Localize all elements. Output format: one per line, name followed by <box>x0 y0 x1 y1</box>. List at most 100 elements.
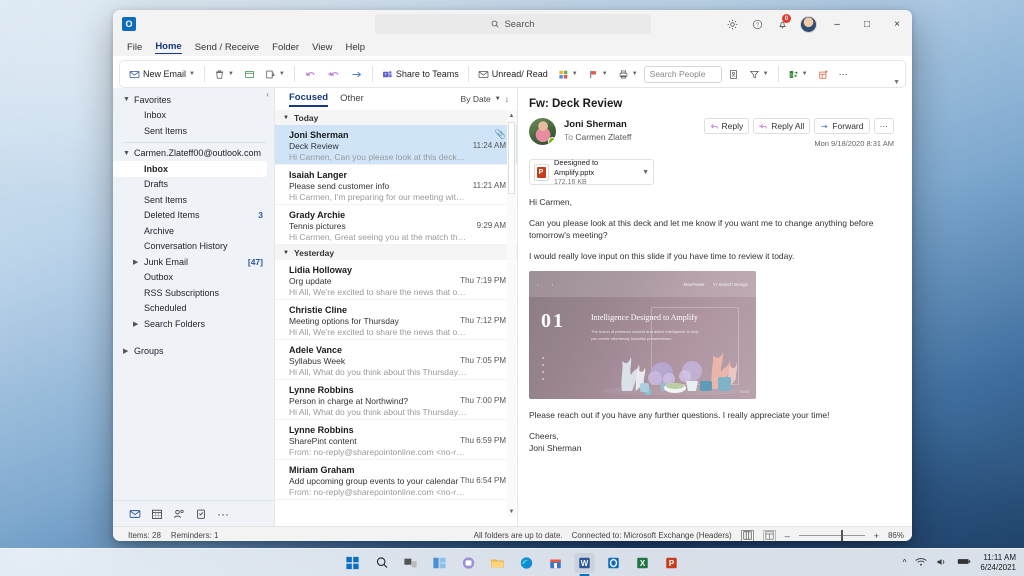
reminders-count[interactable]: Reminders: 1 <box>171 531 219 540</box>
powerpoint-icon[interactable]: P <box>662 553 682 573</box>
clock[interactable]: 11:11 AM 6/24/2021 <box>980 553 1016 573</box>
word-icon[interactable]: W <box>575 553 595 573</box>
unread-read-button[interactable]: Unread/ Read <box>474 67 552 82</box>
more-apps-icon[interactable]: ··· <box>217 507 229 521</box>
close-button[interactable]: × <box>882 10 912 38</box>
flag-button[interactable]: ▼ <box>584 67 612 82</box>
people-icon[interactable] <box>173 508 185 520</box>
sidebar-item-outbox[interactable]: Outbox <box>113 270 274 286</box>
zoom-out-button[interactable]: – <box>785 531 790 541</box>
chevron-down-icon[interactable]: ▼ <box>642 169 649 176</box>
scroll-down-arrow-icon[interactable]: ▼ <box>507 506 516 517</box>
sidebar-group-favorites[interactable]: ▼ Favorites <box>113 92 274 108</box>
excel-icon[interactable]: X <box>633 553 653 573</box>
help-icon[interactable]: ? <box>745 10 770 38</box>
reply-button[interactable]: Reply <box>704 118 750 134</box>
calendar-icon[interactable] <box>151 508 163 520</box>
table-row[interactable]: Christie Cline Meeting options for Thurs… <box>275 300 517 340</box>
menu-item-view[interactable]: View <box>312 42 332 53</box>
sidebar-item-drafts[interactable]: Drafts <box>113 177 274 193</box>
scrollbar-thumb[interactable] <box>508 122 515 194</box>
move-button[interactable]: ▼ <box>261 67 289 82</box>
minimize-button[interactable]: – <box>822 10 852 38</box>
widgets-icon[interactable] <box>430 553 450 573</box>
forward-button[interactable]: Forward <box>814 118 869 134</box>
categorize-button[interactable]: ▼ <box>554 67 582 82</box>
search-people-input[interactable]: Search People <box>644 66 722 83</box>
embedded-slide-image[interactable]: ‹ › MacPower Yr Search Design 01 Intelli… <box>529 271 756 399</box>
chevron-right-icon[interactable]: ▶ <box>133 320 144 328</box>
tasks-icon[interactable] <box>195 508 207 520</box>
sidebar-group-groups[interactable]: ▶ Groups <box>113 344 274 360</box>
attachment-chip[interactable]: Deesigned to Amplify.pptx 172.16 KB ▼ <box>529 159 654 185</box>
sidebar-item-search-folders[interactable]: ▶ Search Folders <box>113 316 274 332</box>
menu-item-help[interactable]: Help <box>346 42 366 53</box>
send-receive-all-button[interactable]: S ▼ <box>784 67 812 82</box>
add-ins-button[interactable] <box>814 67 833 82</box>
more-actions-button[interactable]: ··· <box>874 118 895 134</box>
mail-icon[interactable] <box>129 508 141 520</box>
sidebar-group-account[interactable]: ▼ Carmen.Zlateff00@outlook.com <box>113 146 274 162</box>
sidebar-item-deleted-items[interactable]: Deleted Items 3 <box>113 208 274 224</box>
sidebar-item-junk-email[interactable]: ▶ Junk Email [47] <box>113 254 274 270</box>
show-hidden-icons-icon[interactable]: ^ <box>903 558 907 567</box>
chevron-down-icon[interactable]: ▼ <box>802 71 808 77</box>
tab-other[interactable]: Other <box>340 93 364 106</box>
task-view-icon[interactable] <box>401 553 421 573</box>
outlook-icon[interactable] <box>604 553 624 573</box>
sidebar-item-inbox[interactable]: Inbox <box>113 161 267 177</box>
chevron-down-icon[interactable]: ▼ <box>228 71 234 77</box>
chevron-down-icon[interactable]: ▼ <box>763 71 769 77</box>
zoom-level[interactable]: 86% <box>888 531 904 540</box>
volume-icon[interactable] <box>936 557 948 569</box>
start-icon[interactable] <box>343 553 363 573</box>
share-to-teams-button[interactable]: T Share to Teams <box>378 67 463 82</box>
sidebar-item-rss-subscriptions[interactable]: RSS Subscriptions <box>113 285 274 301</box>
chevron-right-icon[interactable]: ▶ <box>133 258 144 266</box>
sidebar-item-archive[interactable]: Archive <box>113 223 274 239</box>
table-row[interactable]: Lidia Holloway Org update Hi All, We're … <box>275 260 517 300</box>
wifi-icon[interactable] <box>915 557 927 569</box>
zoom-slider[interactable] <box>799 535 865 536</box>
undo-all-button[interactable] <box>323 66 344 83</box>
avatar[interactable] <box>800 16 817 33</box>
chevron-down-icon[interactable]: ▼ <box>602 71 608 77</box>
edge-icon[interactable] <box>517 553 537 573</box>
reply-all-button[interactable]: Reply All <box>753 118 810 134</box>
scrollbar[interactable]: ▲ ▼ <box>507 110 516 517</box>
maximize-button[interactable]: □ <box>852 10 882 38</box>
collapse-sidebar-icon[interactable]: ‹ <box>266 90 269 99</box>
sort-selector[interactable]: By Date ▼ ↓ <box>461 94 509 104</box>
battery-icon[interactable] <box>957 557 971 568</box>
chevron-down-icon[interactable]: ▼ <box>189 71 195 77</box>
table-row[interactable]: Lynne Robbins Person in charge at Northw… <box>275 380 517 420</box>
file-explorer-icon[interactable] <box>488 553 508 573</box>
sort-direction-icon[interactable]: ↓ <box>505 94 509 104</box>
chevron-down-icon[interactable]: ▼ <box>572 71 578 77</box>
table-row[interactable]: Lynne Robbins SharePint content From: no… <box>275 420 517 460</box>
menu-item-file[interactable]: File <box>127 42 142 53</box>
new-email-button[interactable]: New Email ▼ <box>125 67 199 82</box>
table-row[interactable]: Grady Archie Tennis pictures Hi Carmen, … <box>275 205 517 245</box>
gear-icon[interactable] <box>720 10 745 38</box>
delete-button[interactable]: ▼ <box>210 67 238 82</box>
menu-item-folder[interactable]: Folder <box>272 42 299 53</box>
address-book-button[interactable] <box>724 67 743 82</box>
sidebar-item-scheduled[interactable]: Scheduled <box>113 301 274 317</box>
sidebar-item-favorites-inbox[interactable]: Inbox <box>113 108 274 124</box>
reading-view-button[interactable] <box>763 530 776 542</box>
table-row[interactable]: Adele Vance Syllabus Week Hi All, What d… <box>275 340 517 380</box>
tab-focused[interactable]: Focused <box>289 92 328 107</box>
avatar[interactable]: ✓ <box>529 118 556 145</box>
more-commands-button[interactable]: ··· <box>835 67 852 81</box>
chevron-down-icon[interactable]: ▼ <box>279 71 285 77</box>
date-group-header-today[interactable]: ▼ Today <box>275 110 517 125</box>
table-row[interactable]: Joni Sherman Deck Review Hi Carmen, Can … <box>275 125 517 165</box>
collapse-ribbon-icon[interactable]: ▼ <box>893 79 900 86</box>
zoom-slider-thumb[interactable] <box>841 530 843 541</box>
sidebar-item-conversation-history[interactable]: Conversation History <box>113 239 274 255</box>
notifications-bell-icon[interactable]: 0 <box>770 10 795 38</box>
table-row[interactable]: Isaiah Langer Please send customer info … <box>275 165 517 205</box>
filter-button[interactable]: ▼ <box>745 67 773 82</box>
table-row[interactable]: Miriam Graham Add upcoming group events … <box>275 460 517 500</box>
